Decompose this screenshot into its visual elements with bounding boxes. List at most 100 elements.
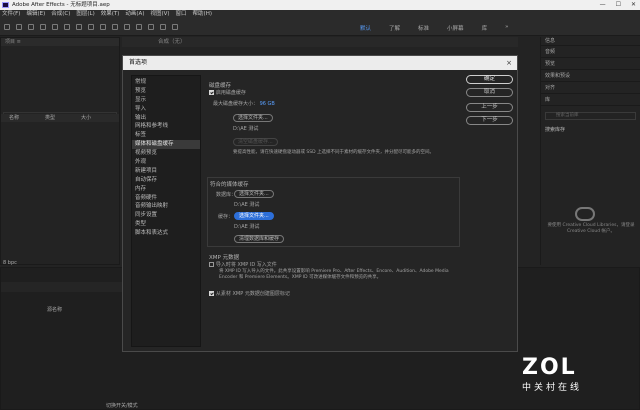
right-panel-stack: 信息 音频 预览 效果和预设 对齐 库 搜索当前库 搜索库存 要使用 Creat…	[540, 37, 640, 265]
xmp-title: XMP 元数据	[209, 255, 240, 261]
category-grids-guides[interactable]: 网格和参考线	[132, 122, 200, 131]
disk-cache-path: D:\AE 测试	[233, 126, 259, 132]
menu-window[interactable]: 窗口	[176, 10, 187, 19]
disk-cache-title: 磁盘缓存	[209, 83, 232, 89]
category-auto-save[interactable]: 自动保存	[132, 176, 200, 185]
brush-tool-icon[interactable]	[124, 24, 130, 30]
info-panel-tab[interactable]: 信息	[541, 37, 640, 46]
project-panel: 项目 ≡ 名称 类型 大小 8 bpc	[0, 37, 120, 266]
toggle-switches-modes[interactable]: 切换开关/模式	[106, 402, 138, 409]
layer-source-name-column[interactable]: 源名称	[47, 306, 62, 313]
roto-tool-icon[interactable]	[160, 24, 166, 30]
close-icon[interactable]: ×	[506, 56, 512, 70]
create-layer-markers-checkbox[interactable]	[209, 291, 214, 296]
menu-layer[interactable]: 图层(L)	[76, 10, 94, 19]
library-search-input[interactable]: 搜索当前库	[545, 112, 636, 120]
maximize-button[interactable]: ☐	[616, 0, 621, 10]
menu-animation[interactable]: 动画(A)	[125, 10, 144, 19]
workspace-small-screen[interactable]: 小屏幕	[447, 24, 464, 32]
ok-button[interactable]: 确定	[466, 75, 513, 84]
text-tool-icon[interactable]	[112, 24, 118, 30]
menu-file[interactable]: 文件(F)	[2, 10, 20, 19]
menu-bar: 文件(F) 编辑(E) 合成(C) 图层(L) 效果(T) 动画(A) 视图(V…	[0, 10, 640, 19]
category-video-preview[interactable]: 视频预览	[132, 149, 200, 158]
category-general[interactable]: 常规	[132, 78, 200, 87]
workspace-more[interactable]: »	[505, 24, 508, 32]
xmp-id-note: 将 XMP ID 写入导入的文件。此共享设置影响 Premiere Pro、Af…	[219, 269, 449, 280]
category-new-project[interactable]: 新建项目	[132, 167, 200, 176]
database-choose-folder-button[interactable]: 选择文件夹...	[234, 190, 274, 198]
composition-tab[interactable]: 合成（无）	[158, 39, 186, 45]
libraries-panel-tab[interactable]: 库	[541, 94, 640, 106]
close-window-button[interactable]: ✕	[631, 0, 636, 10]
category-labels[interactable]: 标签	[132, 131, 200, 140]
enable-disk-cache-label: 启用磁盘缓存	[215, 90, 246, 96]
column-size[interactable]: 大小	[81, 114, 91, 122]
cancel-button[interactable]: 取消	[466, 88, 513, 97]
zol-watermark: ZOL 中关村在线	[522, 355, 608, 405]
shape-tool-icon[interactable]	[88, 24, 94, 30]
create-layer-markers-label: 从素材 XMP 元数据创建图层标记	[215, 291, 290, 297]
zol-logo: ZOL	[522, 355, 577, 380]
next-button[interactable]: 下一步	[466, 116, 513, 125]
home-tool-icon[interactable]	[4, 24, 10, 30]
clone-tool-icon[interactable]	[136, 24, 142, 30]
zoom-tool-icon[interactable]	[40, 24, 46, 30]
tools-toolbar: 默认 了解 标准 小屏幕 库 »	[0, 19, 640, 36]
hand-tool-icon[interactable]	[28, 24, 34, 30]
puppet-tool-icon[interactable]	[172, 24, 178, 30]
empty-disk-cache-button[interactable]: 清空磁盘缓存...	[233, 138, 278, 146]
menu-effect[interactable]: 效果(T)	[101, 10, 120, 19]
workspace-default[interactable]: 默认	[360, 24, 371, 32]
workspace-standard[interactable]: 标准	[418, 24, 429, 32]
menu-view[interactable]: 视图(V)	[150, 10, 169, 19]
disk-cache-note: 要提高性能，请在快速硬盘驱动器或 SSD 上选择不同于素材的缓存文件夹，并分配尽…	[233, 150, 435, 155]
window-title: Adobe After Effects - 无标题项目.aep	[12, 2, 110, 8]
project-panel-header[interactable]: 项目 ≡	[1, 38, 119, 46]
pan-behind-tool-icon[interactable]	[76, 24, 82, 30]
category-audio-output-mapping[interactable]: 音频输出映射	[132, 202, 200, 211]
column-type[interactable]: 类型	[45, 114, 55, 122]
cache-choose-folder-button[interactable]: 选择文件夹...	[234, 212, 274, 220]
category-media-disk-cache[interactable]: 媒体和磁盘缓存	[132, 140, 200, 150]
category-audio-hardware[interactable]: 音频硬件	[132, 194, 200, 203]
category-display[interactable]: 显示	[132, 96, 200, 105]
category-sync-settings[interactable]: 同步设置	[132, 211, 200, 220]
pen-tool-icon[interactable]	[100, 24, 106, 30]
effects-presets-panel-tab[interactable]: 效果和预设	[541, 70, 640, 82]
category-appearance[interactable]: 外观	[132, 158, 200, 167]
category-memory[interactable]: 内存	[132, 185, 200, 194]
column-name[interactable]: 名称	[9, 114, 19, 122]
disk-cache-choose-folder-button[interactable]: 选择文件夹...	[233, 114, 273, 122]
previous-button[interactable]: 上一步	[466, 103, 513, 112]
preview-panel-tab[interactable]: 预览	[541, 58, 640, 70]
write-xmp-id-checkbox[interactable]	[209, 262, 214, 267]
category-list: 常规 预览 显示 导入 输出 网格和参考线 标签 媒体和磁盘缓存 视频预览 外观…	[131, 75, 201, 347]
clean-database-cache-button[interactable]: 清理数据库和缓存	[234, 235, 285, 243]
eraser-tool-icon[interactable]	[148, 24, 154, 30]
max-cache-size-value[interactable]: 96 GB	[260, 101, 275, 107]
category-type[interactable]: 类型	[132, 220, 200, 229]
category-output[interactable]: 输出	[132, 114, 200, 123]
bpc-label[interactable]: 8 bpc	[3, 260, 17, 266]
category-previews[interactable]: 预览	[132, 87, 200, 96]
enable-disk-cache-checkbox[interactable]	[209, 90, 214, 95]
selection-tool-icon[interactable]	[16, 24, 22, 30]
window-title-bar: Adobe After Effects - 无标题项目.aep	[0, 0, 640, 10]
menu-edit[interactable]: 编辑(E)	[26, 10, 45, 19]
audio-panel-tab[interactable]: 音频	[541, 46, 640, 58]
ae-app-icon	[2, 2, 9, 8]
align-panel-tab[interactable]: 对齐	[541, 82, 640, 94]
category-scripting-expressions[interactable]: 脚本和表达式	[132, 229, 200, 238]
rotate-tool-icon[interactable]	[52, 24, 58, 30]
minimize-button[interactable]: —	[600, 0, 606, 10]
settings-content: 磁盘缓存 启用磁盘缓存 最大磁盘缓存大小： 96 GB 选择文件夹... D:\…	[207, 75, 460, 347]
cache-label: 缓存：	[218, 214, 234, 220]
category-import[interactable]: 导入	[132, 105, 200, 114]
preferences-dialog: 首选项 × 常规 预览 显示 导入 输出 网格和参考线 标签 媒体和磁盘缓存 视…	[122, 55, 518, 352]
menu-composition[interactable]: 合成(C)	[51, 10, 70, 19]
menu-help[interactable]: 帮助(H)	[193, 10, 212, 19]
workspace-learn[interactable]: 了解	[389, 24, 400, 32]
workspace-libraries[interactable]: 库	[482, 24, 488, 32]
camera-tool-icon[interactable]	[64, 24, 70, 30]
